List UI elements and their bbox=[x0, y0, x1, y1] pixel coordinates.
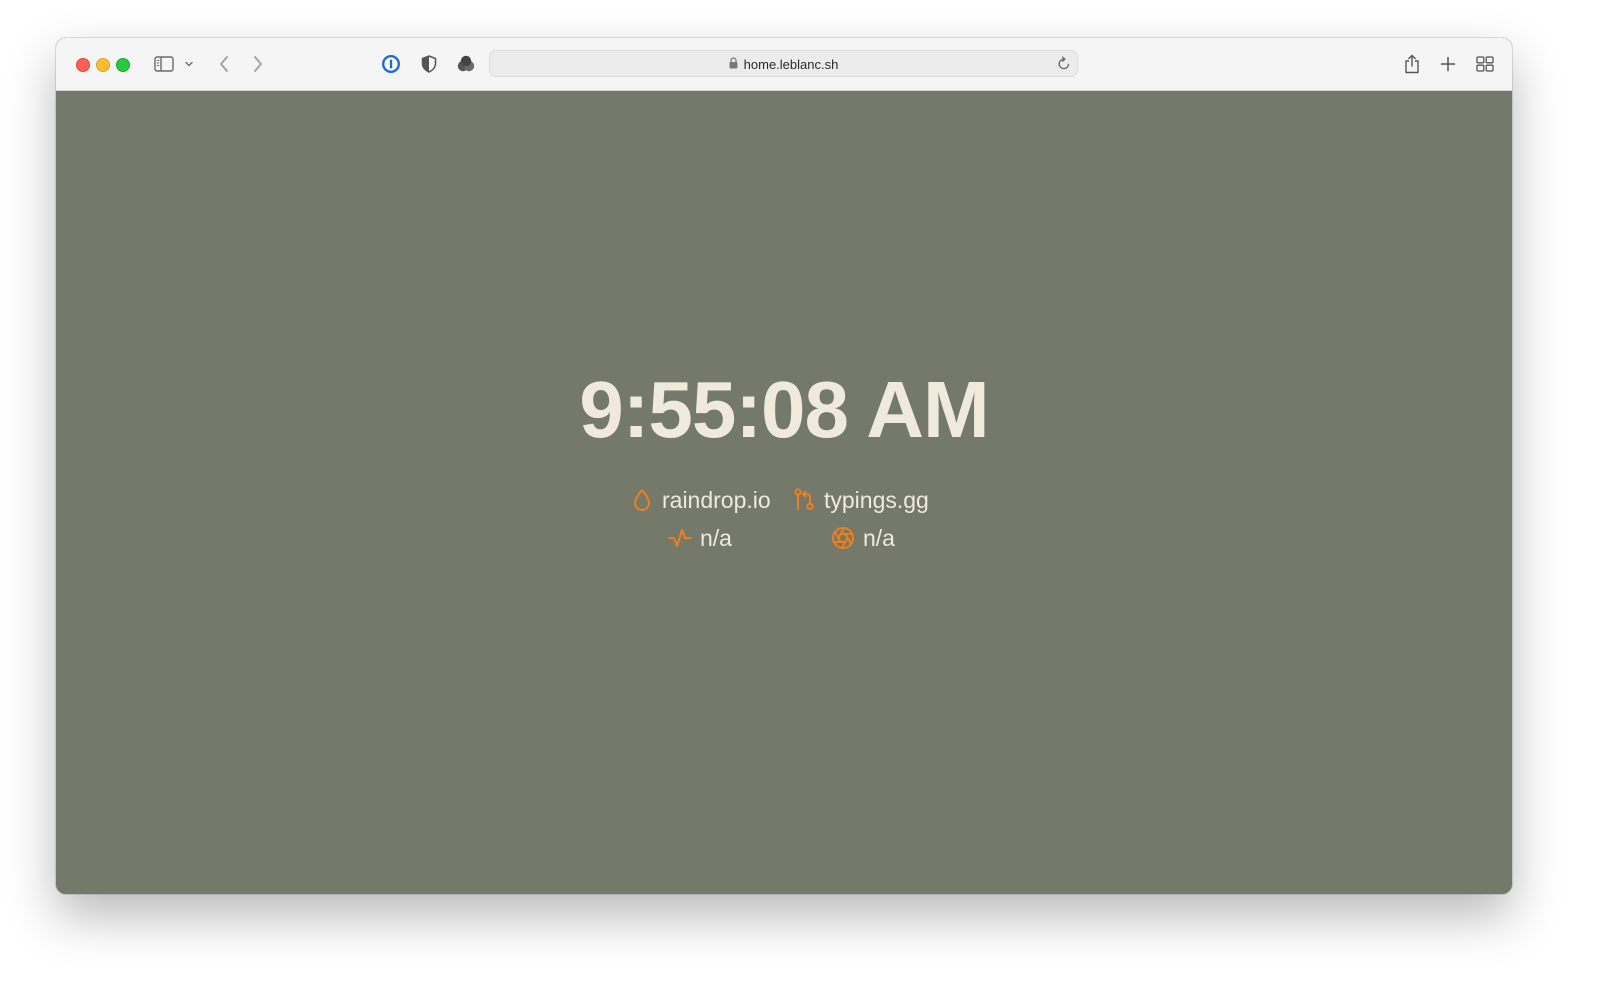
clock: 9:55:08 AM bbox=[579, 365, 989, 454]
password-manager-extension-icon[interactable] bbox=[380, 52, 402, 76]
zoom-window-button[interactable] bbox=[116, 58, 130, 72]
aperture-icon bbox=[831, 526, 855, 550]
minimize-window-button[interactable] bbox=[96, 58, 110, 72]
stat-typings[interactable]: typings.gg bbox=[792, 485, 929, 515]
git-pull-request-icon bbox=[792, 488, 816, 512]
page-content: 9:55:08 AM raindrop.io typings.gg n/a n/… bbox=[56, 91, 1512, 894]
stat-label: n/a bbox=[863, 524, 895, 551]
url-text: home.leblanc.sh bbox=[743, 57, 839, 72]
activity-icon bbox=[668, 526, 692, 550]
chevron-down-icon[interactable] bbox=[182, 52, 196, 76]
stat-raindrop[interactable]: raindrop.io bbox=[630, 485, 771, 515]
tab-overview-icon[interactable] bbox=[1474, 52, 1496, 76]
forward-button[interactable] bbox=[248, 52, 268, 76]
new-tab-icon[interactable] bbox=[1437, 52, 1459, 76]
raindrop-icon bbox=[630, 488, 654, 512]
stat-label: n/a bbox=[700, 524, 732, 551]
stat-label: raindrop.io bbox=[662, 486, 771, 513]
browser-window: home.leblanc.sh 9:55:08 AM raindrop.io t… bbox=[56, 38, 1512, 894]
sidebar-toggle-icon[interactable] bbox=[152, 52, 176, 76]
share-icon[interactable] bbox=[1401, 52, 1423, 76]
address-url: home.leblanc.sh bbox=[490, 51, 1077, 78]
address-bar[interactable]: home.leblanc.sh bbox=[489, 50, 1078, 77]
close-window-button[interactable] bbox=[76, 58, 90, 72]
extension-icon[interactable] bbox=[455, 52, 477, 76]
lock-icon bbox=[729, 51, 738, 78]
back-button[interactable] bbox=[214, 52, 234, 76]
stat-activity: n/a bbox=[668, 523, 732, 553]
stat-label: typings.gg bbox=[824, 486, 929, 513]
browser-toolbar: home.leblanc.sh bbox=[56, 38, 1512, 91]
stat-aperture: n/a bbox=[831, 523, 895, 553]
reload-icon[interactable] bbox=[1057, 56, 1071, 76]
shield-icon[interactable] bbox=[418, 52, 440, 76]
